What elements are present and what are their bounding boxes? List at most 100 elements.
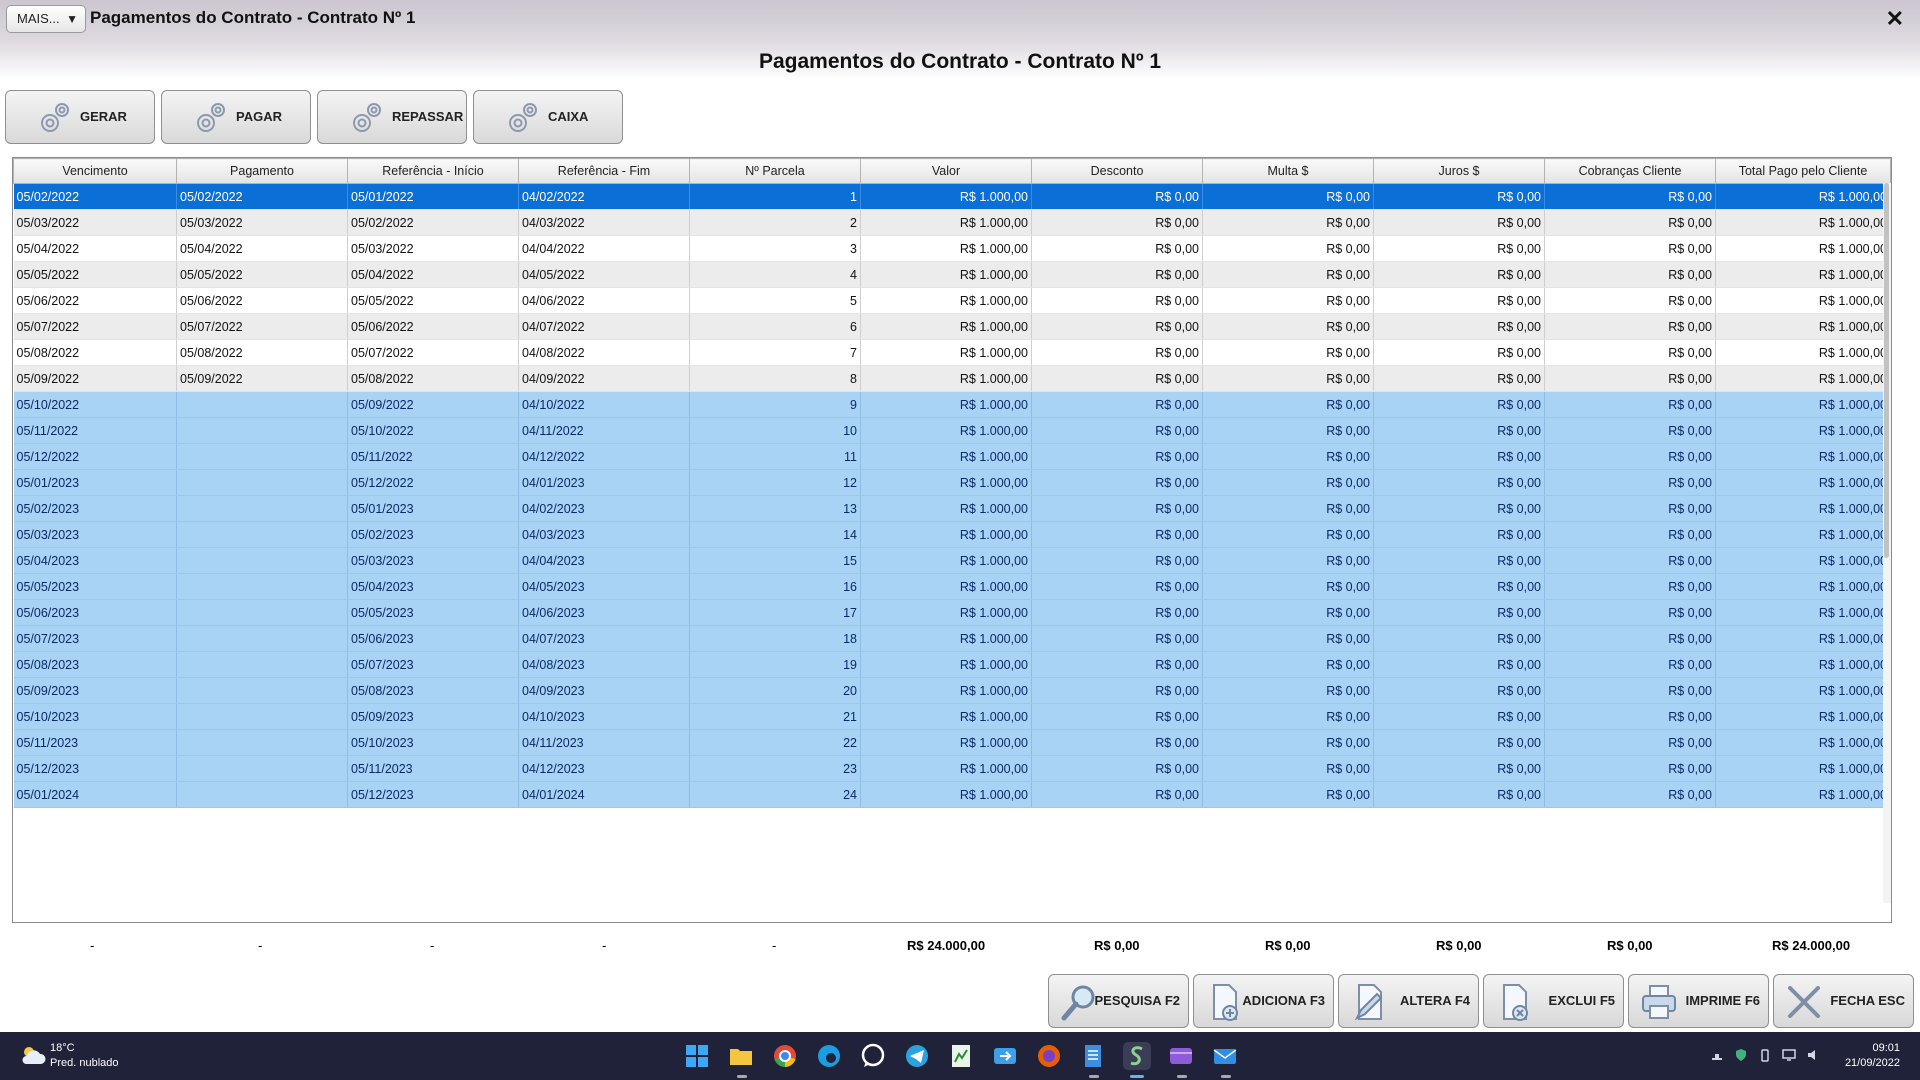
chrome-icon[interactable] <box>771 1042 799 1070</box>
fecha-button[interactable]: FECHA ESC <box>1773 974 1914 1028</box>
table-cell: R$ 0,00 <box>1373 365 1545 392</box>
table-cell: R$ 0,00 <box>1031 365 1203 392</box>
table-row[interactable]: 05/07/2023 05/06/2023 04/07/2023 18 R$ 1.000… <box>13 625 1891 652</box>
column-header[interactable]: Juros $ <box>1373 158 1545 184</box>
table-cell: R$ 0,00 <box>1544 521 1716 548</box>
table-cell: R$ 0,00 <box>1202 469 1374 496</box>
table-row[interactable]: 05/01/2023 05/12/2022 04/01/2023 12 R$ 1.000… <box>13 469 1891 496</box>
table-row[interactable]: 05/04/2023 05/03/2023 04/04/2023 15 R$ 1.000… <box>13 547 1891 574</box>
column-header[interactable]: Nº Parcela <box>689 158 861 184</box>
altera-button[interactable]: ALTERA F4 <box>1338 974 1479 1028</box>
table-cell: 04/01/2024 <box>518 781 690 808</box>
table-row[interactable]: 05/08/2023 05/07/2023 04/08/2023 19 R$ 1.000… <box>13 651 1891 678</box>
total-pago: R$ 24.000,00 <box>1772 938 1851 953</box>
column-header[interactable]: Multa $ <box>1202 158 1374 184</box>
table-row[interactable]: 05/12/2023 05/11/2023 04/12/2023 23 R$ 1.000… <box>13 755 1891 782</box>
table-cell: 05/07/2023 <box>13 625 177 652</box>
adiciona-button[interactable]: ADICIONA F3 <box>1193 974 1334 1028</box>
table-row[interactable]: 05/04/2022 05/04/2022 05/03/2022 04/04/2022… <box>13 235 1891 262</box>
table-row[interactable]: 05/03/2022 05/03/2022 05/02/2022 04/03/2022… <box>13 209 1891 236</box>
table-row[interactable]: 05/06/2023 05/05/2023 04/06/2023 17 R$ 1.000… <box>13 599 1891 626</box>
table-row[interactable]: 05/07/2022 05/07/2022 05/06/2022 04/07/2022… <box>13 313 1891 340</box>
column-header[interactable]: Total Pago pelo Cliente <box>1715 158 1891 184</box>
windows-start-icon[interactable] <box>683 1042 711 1070</box>
column-header[interactable]: Referência - Início <box>347 158 519 184</box>
table-row[interactable]: 05/02/2022 05/02/2022 05/01/2022 04/02/2022… <box>13 183 1891 210</box>
table-cell: 24 <box>689 781 861 808</box>
table-cell: R$ 0,00 <box>1373 391 1545 418</box>
table-cell: R$ 0,00 <box>1544 651 1716 678</box>
table-cell: R$ 0,00 <box>1544 703 1716 730</box>
table-cell: R$ 0,00 <box>1202 235 1374 262</box>
add-document-icon <box>1213 984 1238 1021</box>
scrollbar-thumb[interactable] <box>1884 183 1889 558</box>
pagar-button[interactable]: PAGAR <box>161 90 311 144</box>
app-s-icon[interactable] <box>1123 1042 1151 1070</box>
table-cell: 05/09/2022 <box>347 391 519 418</box>
caixa-button[interactable]: CAIXA <box>473 90 623 144</box>
table-row[interactable]: 05/10/2023 05/09/2023 04/10/2023 21 R$ 1.000… <box>13 703 1891 730</box>
table-row[interactable]: 05/09/2022 05/09/2022 05/08/2022 04/09/2022… <box>13 365 1891 392</box>
volume-tray-icon[interactable] <box>1806 1048 1820 1062</box>
table-row[interactable]: 05/03/2023 05/02/2023 04/03/2023 14 R$ 1.000… <box>13 521 1891 548</box>
exclui-button[interactable]: EXCLUI F5 <box>1483 974 1624 1028</box>
column-header[interactable]: Cobranças Cliente <box>1544 158 1716 184</box>
taskbar-clock[interactable]: 09:01 21/09/2022 <box>1845 1041 1900 1071</box>
column-header[interactable]: Referência - Fim <box>518 158 690 184</box>
table-cell: R$ 0,00 <box>1202 287 1374 314</box>
telegram-icon[interactable] <box>903 1042 931 1070</box>
weather-cloud-icon[interactable] <box>20 1044 46 1066</box>
table-row[interactable]: 05/02/2023 05/01/2023 04/02/2023 13 R$ 1.000… <box>13 495 1891 522</box>
vertical-scrollbar[interactable] <box>1883 183 1891 903</box>
table-cell: R$ 0,00 <box>1544 209 1716 236</box>
table-row[interactable]: 05/01/2024 05/12/2023 04/01/2024 24 R$ 1.000… <box>13 781 1891 808</box>
media-icon[interactable] <box>1167 1042 1195 1070</box>
mais-menu-button[interactable]: MAIS... ▼ <box>6 5 86 33</box>
table-cell: R$ 0,00 <box>1373 703 1545 730</box>
table-cell: 17 <box>689 599 861 626</box>
file-explorer-icon[interactable] <box>727 1042 755 1070</box>
table-row[interactable]: 05/09/2023 05/08/2023 04/09/2023 20 R$ 1.000… <box>13 677 1891 704</box>
network-tray-icon[interactable] <box>1710 1048 1724 1062</box>
firefox-icon[interactable] <box>1035 1042 1063 1070</box>
repassar-button[interactable]: REPASSAR <box>317 90 467 144</box>
table-row[interactable]: 05/10/2022 05/09/2022 04/10/2022 9 R$ 1.000,… <box>13 391 1891 418</box>
table-cell: R$ 0,00 <box>1031 261 1203 288</box>
table-cell: R$ 0,00 <box>1202 547 1374 574</box>
payments-grid[interactable]: Vencimento Pagamento Referência - Início… <box>12 157 1892 923</box>
gerar-button[interactable]: GERAR <box>5 90 155 144</box>
remote-desktop-icon[interactable] <box>991 1042 1019 1070</box>
table-row[interactable]: 05/05/2022 05/05/2022 05/04/2022 04/05/2022… <box>13 261 1891 288</box>
title-bar: MAIS... ▼ Pagamentos do Contrato - Contr… <box>0 0 1920 40</box>
table-cell: 04/08/2023 <box>518 651 690 678</box>
table-row[interactable]: 05/05/2023 05/04/2023 04/05/2023 16 R$ 1.000… <box>13 573 1891 600</box>
table-row[interactable]: 05/11/2023 05/10/2023 04/11/2023 22 R$ 1.000… <box>13 729 1891 756</box>
column-header[interactable]: Pagamento <box>176 158 348 184</box>
table-cell: 05/11/2022 <box>13 417 177 444</box>
table-row[interactable]: 05/06/2022 05/06/2022 05/05/2022 04/06/2022… <box>13 287 1891 314</box>
table-cell: R$ 0,00 <box>1202 651 1374 678</box>
page-title: Pagamentos do Contrato - Contrato Nº 1 <box>758 50 1161 73</box>
column-header[interactable]: Valor <box>860 158 1032 184</box>
table-cell: R$ 0,00 <box>1202 677 1374 704</box>
battery-tray-icon[interactable] <box>1758 1048 1772 1062</box>
total-parcela: - <box>772 938 777 953</box>
edge-icon[interactable] <box>815 1042 843 1070</box>
table-cell: R$ 0,00 <box>1202 209 1374 236</box>
column-header[interactable]: Desconto <box>1031 158 1203 184</box>
table-row[interactable]: 05/08/2022 05/08/2022 05/07/2022 04/08/2022… <box>13 339 1891 366</box>
column-header[interactable]: Vencimento <box>13 158 177 184</box>
spreadsheet-icon[interactable] <box>947 1042 975 1070</box>
imprime-button[interactable]: IMPRIME F6 <box>1628 974 1769 1028</box>
mail-icon[interactable] <box>1211 1042 1239 1070</box>
table-row[interactable]: 05/12/2022 05/11/2022 04/12/2022 11 R$ 1.000… <box>13 443 1891 470</box>
table-row[interactable]: 05/11/2022 05/10/2022 04/11/2022 10 R$ 1.000… <box>13 417 1891 444</box>
table-cell: R$ 0,00 <box>1202 755 1374 782</box>
notes-icon[interactable] <box>1079 1042 1107 1070</box>
pesquisa-button[interactable]: PESQUISA F2 <box>1048 974 1189 1028</box>
close-icon[interactable]: ✕ <box>1886 6 1904 32</box>
monitor-tray-icon[interactable] <box>1782 1048 1796 1062</box>
security-tray-icon[interactable] <box>1734 1048 1748 1062</box>
table-cell: R$ 1.000,00 <box>1715 573 1891 600</box>
whatsapp-icon[interactable] <box>859 1042 887 1070</box>
